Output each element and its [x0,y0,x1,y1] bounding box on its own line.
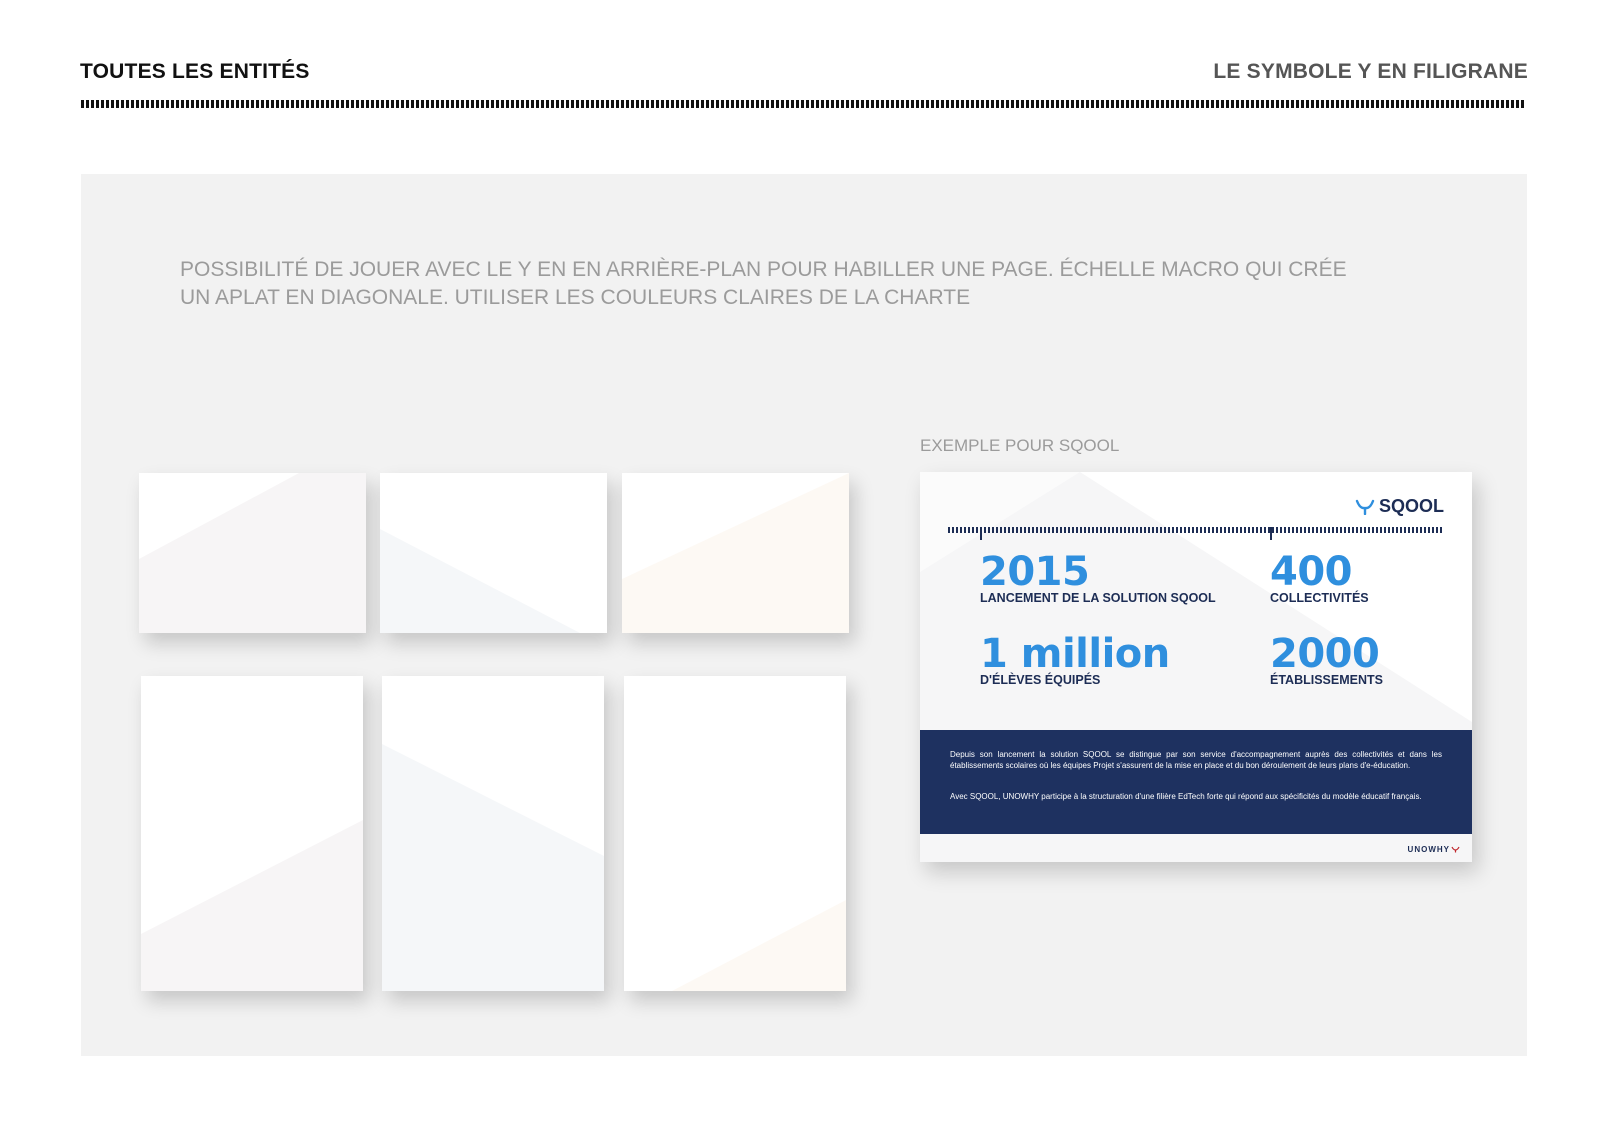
landscape-card-blue [380,473,607,633]
landscape-card-peach [622,473,849,633]
diagonal-watermark [380,529,580,633]
stat-collectivities: 400 COLLECTIVITÉS [1270,550,1369,605]
y-symbol-icon [1355,499,1375,515]
page-header-left: TOUTES LES ENTITÉS [80,60,310,83]
description-paragraph: Depuis son lancement la solution SQOOL s… [950,750,1442,770]
divider-tick [1270,527,1272,540]
stat-students: 1 million D'ÉLÈVES ÉQUIPÉS [980,632,1170,687]
stat-number: 400 [1270,549,1352,595]
stat-label: LANCEMENT DE LA SOLUTION SQOOL [980,591,1216,605]
header-divider [81,100,1526,108]
diagonal-watermark [139,473,366,633]
description-band: Depuis son lancement la solution SQOOL s… [920,730,1472,834]
stat-schools: 2000 ÉTABLISSEMENTS [1270,632,1383,687]
sqool-logo: SQOOL [1355,496,1444,517]
stat-number: 1 million [980,631,1170,677]
diagonal-watermark [622,473,849,633]
stat-label: COLLECTIVITÉS [1270,591,1369,605]
sqool-example-card: SQOOL 2015 LANCEMENT DE LA SOLUTION SQOO… [920,472,1472,862]
intro-text: POSSIBILITÉ DE JOUER AVEC LE Y EN EN ARR… [180,258,1347,309]
diagonal-watermark [141,820,363,991]
description-paragraph: Avec SQOOL, UNOWHY participe à la struct… [950,792,1422,801]
portrait-card-blue [382,676,604,991]
sqool-brand-name: SQOOL [1378,496,1444,516]
stat-number: 2000 [1270,631,1380,677]
example-label: EXEMPLE POUR SQOOL [920,436,1120,455]
landscape-card-pink [139,473,366,633]
unowhy-brand-name: UNOWHY [1407,845,1450,854]
divider-tick [980,527,982,540]
stat-label: ÉTABLISSEMENTS [1270,673,1383,687]
stat-launch-year: 2015 LANCEMENT DE LA SOLUTION SQOOL [980,550,1216,605]
unowhy-footer-logo: UNOWHY [1408,845,1460,854]
portrait-card-pink [141,676,363,991]
y-symbol-icon [1451,846,1460,853]
portrait-card-peach [624,676,846,991]
sqool-divider [948,527,1444,533]
stat-number: 2015 [980,549,1090,595]
diagonal-watermark [672,900,846,991]
diagonal-watermark [382,744,604,991]
page-header-right: LE SYMBOLE Y EN FILIGRANE [1213,60,1528,83]
